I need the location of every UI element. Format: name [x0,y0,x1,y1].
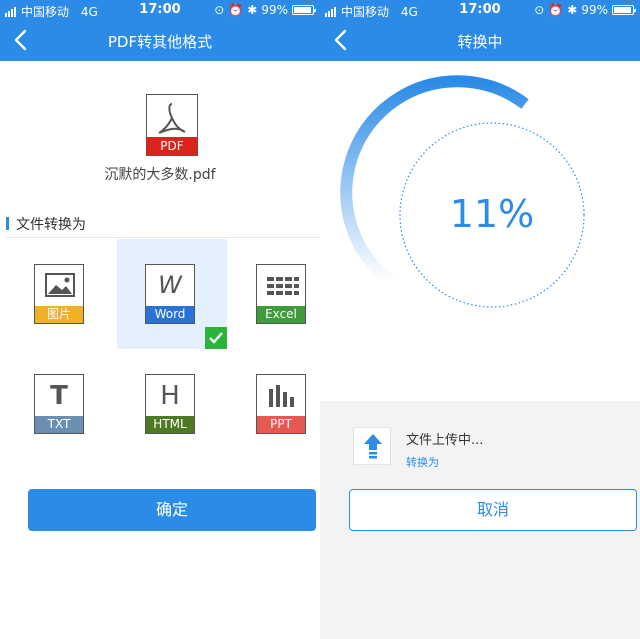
word-file-icon: W Word [145,264,195,324]
word-format-label: Word [146,306,194,323]
source-file-name: 沉默的大多数.pdf [104,167,216,183]
alarm-icon: ⏰ [228,3,244,17]
section-divider [6,237,320,238]
upload-icon [353,427,391,465]
rotation-lock-icon: ⊙ [214,3,225,17]
format-option-ppt[interactable]: PPT [228,349,320,459]
html-format-label: HTML [146,416,194,433]
image-file-icon: 图片 [34,264,84,324]
progress-percent: 11% [449,192,535,236]
status-bar: 中国移动 4G 17:00 ⊙ ⏰ ✱ 99% [320,0,640,20]
format-option-html[interactable]: H HTML [117,349,227,459]
battery-percent: 99% [261,3,288,17]
pdf-icon-label: PDF [160,139,184,153]
excel-file-icon: Excel [256,264,306,324]
html-file-icon: H HTML [145,374,195,434]
image-format-label: 图片 [35,306,83,323]
nav-bar: PDF转其他格式 [0,20,320,61]
converting-screen: 中国移动 4G 17:00 ⊙ ⏰ ✱ 99% 转换中 11% 文件上传中...… [320,0,640,639]
txt-format-label: TXT [35,416,83,433]
txt-t-glyph: T [50,381,68,411]
html-h-glyph: H [160,381,180,411]
selected-check-icon [205,327,227,349]
bluetooth-icon: ✱ [567,3,578,17]
nav-bar: 转换中 [320,20,640,61]
rotation-lock-icon: ⊙ [534,3,545,17]
pdf-convert-screen: 中国移动 4G 17:00 ⊙ ⏰ ✱ 99% PDF转其他格式 PDF 沉默的… [0,0,320,639]
cancel-button[interactable]: 取消 [349,489,637,531]
bluetooth-icon: ✱ [247,3,258,17]
format-option-excel[interactable]: Excel [228,239,320,349]
format-option-txt[interactable]: T TXT [6,349,116,459]
ppt-file-icon: PPT [256,374,306,434]
battery-icon [612,5,636,15]
battery-percent: 99% [581,3,608,17]
word-w-glyph: W [158,271,182,299]
battery-icon [292,5,316,15]
section-label: 文件转换为 [6,214,86,234]
pdf-file-icon: PDF [146,94,198,156]
convert-to-text: 转换为 [406,456,439,469]
txt-file-icon: T TXT [34,374,84,434]
page-title: 转换中 [457,33,503,51]
status-icons: ⊙ ⏰ ✱ 99% [534,3,636,17]
format-option-word[interactable]: W Word [117,239,227,349]
confirm-button[interactable]: 确定 [28,489,316,531]
status-bar: 中国移动 4G 17:00 ⊙ ⏰ ✱ 99% [0,0,320,20]
ppt-format-label: PPT [257,416,305,433]
status-icons: ⊙ ⏰ ✱ 99% [214,3,316,17]
excel-format-label: Excel [257,306,305,323]
page-title: PDF转其他格式 [107,33,213,51]
upload-status-text: 文件上传中... [406,433,484,448]
task-panel: 文件上传中... 转换为 取消 [320,401,640,639]
alarm-icon: ⏰ [548,3,564,17]
format-option-image[interactable]: 图片 [6,239,116,349]
